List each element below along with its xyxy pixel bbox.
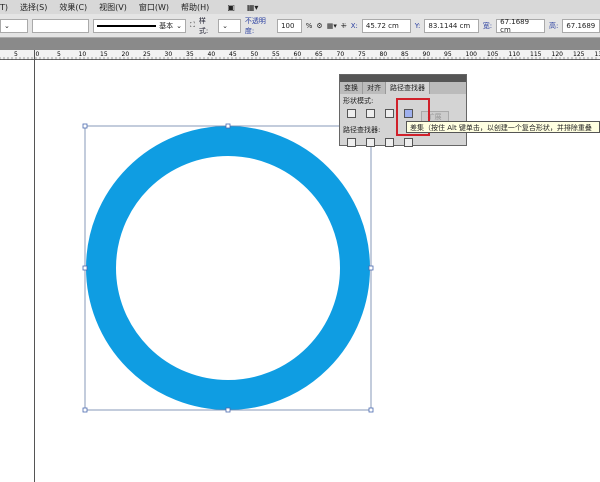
ruler-label: 15	[100, 51, 108, 58]
ruler-label: 20	[122, 51, 130, 58]
handle[interactable]	[82, 407, 88, 413]
menu-bar: T) 选择(S) 效果(C) 视图(V) 窗口(W) 帮助(H) ▣ ▦▾	[0, 0, 600, 14]
ruler-label: 95	[444, 51, 452, 58]
ruler-label: 70	[337, 51, 345, 58]
ruler-label: 110	[509, 51, 521, 58]
divide-icon[interactable]	[347, 138, 356, 147]
ruler-label: 35	[186, 51, 194, 58]
fill-dropdown[interactable]: ⌄	[0, 18, 29, 33]
ruler-label: 60	[294, 51, 302, 58]
arrange-icon[interactable]: ▦▾	[247, 3, 259, 12]
handle[interactable]	[368, 407, 374, 413]
control-bar: ⌄ 基本 ⌄ ⛶ 样式: ⌄ 不透明度: 100 % ⚙ ▦▾ ⁜ X: 45.7…	[0, 14, 600, 38]
handle[interactable]	[82, 265, 88, 271]
height-field[interactable]: 67.1689	[562, 18, 600, 33]
ruler-label: 125	[573, 51, 585, 58]
y-label: Y:	[414, 21, 421, 30]
panel-title-bar[interactable]	[340, 75, 466, 82]
unite-icon[interactable]	[347, 109, 356, 118]
ruler-label: 45	[229, 51, 237, 58]
handle[interactable]	[225, 123, 231, 129]
height-label: 高:	[548, 21, 559, 30]
intersect-icon[interactable]	[385, 109, 394, 118]
menu-window[interactable]: 窗口(W)	[139, 2, 169, 13]
ruler-label: 115	[530, 51, 542, 58]
ruler-label: 65	[315, 51, 323, 58]
trim-icon[interactable]	[366, 138, 375, 147]
width-field[interactable]: 67.1689 cm	[496, 18, 545, 34]
ruler-label: 0	[36, 51, 40, 58]
ruler-label: 5	[57, 51, 61, 58]
x-field[interactable]: 45.72 cm	[361, 18, 411, 33]
align-icon[interactable]: ▦▾	[327, 22, 337, 30]
menu-type[interactable]: T)	[0, 3, 8, 12]
crop-icon[interactable]	[404, 138, 413, 147]
y-field[interactable]: 83.1144 cm	[424, 18, 479, 33]
style-label: 样式:	[198, 16, 209, 35]
x-label: X:	[350, 21, 358, 30]
ruler-label: 25	[143, 51, 151, 58]
style-dropdown[interactable]: ⌄	[218, 18, 241, 33]
tooltip: 差集（按住 Alt 键单击，以创建一个复合形状，并排除重叠	[406, 121, 600, 133]
reference-point-icon[interactable]: ⁜	[341, 22, 347, 30]
recolor-icon[interactable]: ⚙	[316, 22, 322, 30]
stroke-weight-dropdown[interactable]	[32, 18, 89, 33]
document-tab-bar	[0, 38, 600, 50]
ruler-label: 105	[487, 51, 499, 58]
opacity-field[interactable]: 100	[277, 18, 302, 33]
ruler-label: 75	[358, 51, 366, 58]
ruler-label: 55	[272, 51, 280, 58]
menu-select[interactable]: 选择(S)	[20, 2, 47, 13]
menu-view[interactable]: 视图(V)	[99, 2, 127, 13]
handle[interactable]	[225, 407, 231, 413]
opacity-label[interactable]: 不透明度:	[245, 16, 273, 36]
menu-help[interactable]: 帮助(H)	[181, 2, 209, 13]
tab-align[interactable]: 对齐	[363, 82, 386, 94]
ruler-label: 80	[380, 51, 388, 58]
handle[interactable]	[368, 265, 374, 271]
ruler-label: 120	[552, 51, 564, 58]
stroke-profile-dropdown[interactable]: 基本 ⌄	[92, 18, 186, 33]
minus-front-icon[interactable]	[366, 109, 375, 118]
ruler-label: 85	[401, 51, 409, 58]
bridge-icon[interactable]: ▣	[227, 3, 235, 12]
width-label: 宽:	[482, 21, 493, 30]
ruler-label: 10	[79, 51, 87, 58]
ruler-label: 40	[208, 51, 216, 58]
ruler-label: 50	[251, 51, 259, 58]
merge-icon[interactable]	[385, 138, 394, 147]
ruler-label: 90	[423, 51, 431, 58]
ruler-label: 130	[595, 51, 600, 58]
ruler-label: 100	[466, 51, 478, 58]
opacity-unit: %	[305, 21, 313, 30]
tab-transform[interactable]: 变换	[340, 82, 363, 94]
menu-effect[interactable]: 效果(C)	[59, 2, 87, 13]
tab-pathfinder[interactable]: 路径查找器	[386, 82, 430, 94]
brush-icon[interactable]: ⛶	[190, 21, 195, 30]
horizontal-ruler[interactable]: 5 0 5 10 15 20 25 30 35 40 45 50 55 60 65 70 75 80 85 90 95 1…	[0, 50, 600, 60]
ruler-label: 30	[165, 51, 173, 58]
ruler-label: 5	[14, 51, 18, 58]
ring-shape[interactable]	[86, 126, 370, 410]
handle[interactable]	[82, 123, 88, 129]
